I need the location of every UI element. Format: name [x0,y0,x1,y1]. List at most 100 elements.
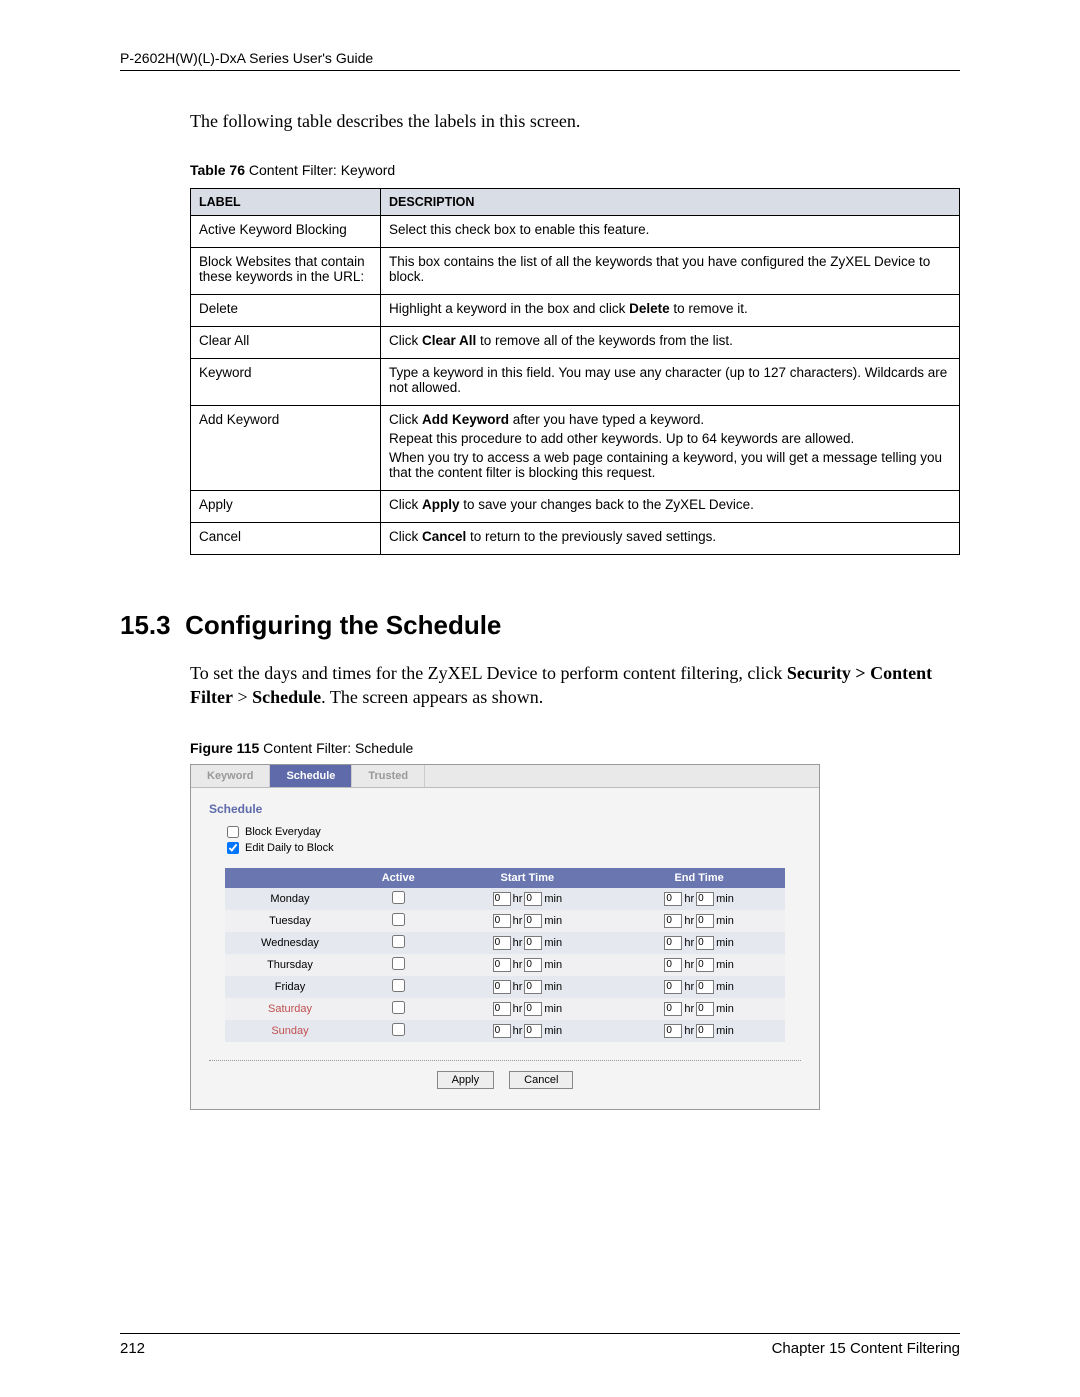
table-row: Add KeywordClick Add Keyword after you h… [191,406,960,491]
active-checkbox[interactable] [392,891,405,904]
start-time-hr-input[interactable] [493,914,511,928]
start-time: hrmin [441,1020,613,1042]
active-checkbox[interactable] [392,1001,405,1014]
hr-label: hr [684,959,694,971]
table-row-label: Active Keyword Blocking [191,216,381,248]
start-time-hr-input[interactable] [493,1024,511,1038]
start-time-min-input[interactable] [524,980,542,994]
end-time-min-input[interactable] [696,958,714,972]
min-label: min [716,1003,734,1015]
sched-head-start: Start Time [441,868,613,888]
checkbox-edit-daily[interactable] [227,842,239,854]
schedule-row: Fridayhrminhrmin [225,976,785,998]
hr-label: hr [513,1025,523,1037]
active-checkbox[interactable] [392,913,405,926]
active-checkbox[interactable] [392,979,405,992]
table-row-label: Cancel [191,523,381,555]
table-row: ApplyClick Apply to save your changes ba… [191,491,960,523]
table-row-label: Delete [191,295,381,327]
schedule-row: Sundayhrminhrmin [225,1020,785,1042]
table-row-description: Type a keyword in this field. You may us… [381,359,960,406]
table-row-description: This box contains the list of all the ke… [381,248,960,295]
min-label: min [716,915,734,927]
start-time-min-input[interactable] [524,1002,542,1016]
table-row-label: Add Keyword [191,406,381,491]
start-time: hrmin [441,932,613,954]
end-time: hrmin [613,954,785,976]
end-time-hr-input[interactable] [664,1024,682,1038]
active-cell [355,910,441,932]
sched-head-active: Active [355,868,441,888]
hr-label: hr [684,1025,694,1037]
hr-label: hr [513,893,523,905]
end-time: hr min [613,998,785,1020]
start-time-hr-input[interactable] [493,958,511,972]
min-label: min [544,915,562,927]
end-time-min-input[interactable] [696,892,714,906]
start-time: hrmin [441,976,613,998]
end-time-hr-input[interactable] [664,1002,682,1016]
hr-label: hr [684,937,694,949]
day-name: Tuesday [225,910,355,932]
tab-bar: KeywordScheduleTrusted [191,765,819,788]
end-time-hr-input[interactable] [664,936,682,950]
label-block-everyday: Block Everyday [245,826,321,838]
start-time-hr-input[interactable] [493,936,511,950]
end-time-hr-input[interactable] [664,914,682,928]
end-time-hr-input[interactable] [664,958,682,972]
end-time-min-input[interactable] [696,936,714,950]
start-time: hrmin [441,910,613,932]
table-row-description: Highlight a keyword in the box and click… [381,295,960,327]
intro-paragraph: The following table describes the labels… [190,111,960,132]
start-time-min-input[interactable] [524,892,542,906]
table-row: Block Websites that contain these keywor… [191,248,960,295]
active-cell [355,954,441,976]
start-time-hr-input[interactable] [493,1002,511,1016]
table-row-description: Click Apply to save your changes back to… [381,491,960,523]
active-cell [355,1020,441,1042]
sched-head-end: End Time [613,868,785,888]
table-row: Active Keyword BlockingSelect this check… [191,216,960,248]
active-cell [355,998,441,1020]
apply-button[interactable]: Apply [437,1071,495,1089]
start-time-min-input[interactable] [524,958,542,972]
end-time-hr-input[interactable] [664,980,682,994]
hr-label: hr [513,959,523,971]
active-checkbox[interactable] [392,1023,405,1036]
table-row-label: Keyword [191,359,381,406]
start-time-hr-input[interactable] [493,980,511,994]
schedule-row: Saturdayhrminhrmin [225,998,785,1020]
tab-trusted[interactable]: Trusted [352,765,425,787]
start-time-hr-input[interactable] [493,892,511,906]
table-row-label: Block Websites that contain these keywor… [191,248,381,295]
button-row: Apply Cancel [209,1060,801,1089]
hr-label: hr [684,1003,694,1015]
end-time-min-input[interactable] [696,914,714,928]
hr-label: hr [513,981,523,993]
schedule-panel: Schedule Block Everyday Edit Daily to Bl… [191,788,819,1109]
table-head-label: LABEL [191,189,381,216]
option-edit-daily[interactable]: Edit Daily to Block [227,842,801,854]
schedule-ui-figure: KeywordScheduleTrusted Schedule Block Ev… [190,764,820,1110]
description-table: LABEL DESCRIPTION Active Keyword Blockin… [190,188,960,555]
day-name: Thursday [225,954,355,976]
start-time-min-input[interactable] [524,936,542,950]
tab-keyword[interactable]: Keyword [191,765,270,787]
end-time-min-input[interactable] [696,1024,714,1038]
active-checkbox[interactable] [392,935,405,948]
active-checkbox[interactable] [392,957,405,970]
option-block-everyday[interactable]: Block Everyday [227,826,801,838]
start-time-min-input[interactable] [524,1024,542,1038]
end-time-min-input[interactable] [696,980,714,994]
end-time-hr-input[interactable] [664,892,682,906]
cancel-button[interactable]: Cancel [509,1071,573,1089]
end-time-min-input[interactable] [696,1002,714,1016]
day-name: Wednesday [225,932,355,954]
start-time-min-input[interactable] [524,914,542,928]
hr-label: hr [513,937,523,949]
tab-schedule[interactable]: Schedule [270,765,352,787]
table-head-description: DESCRIPTION [381,189,960,216]
checkbox-block-everyday[interactable] [227,826,239,838]
end-time: hrmin [613,932,785,954]
section-number: 15.3 [120,610,171,640]
